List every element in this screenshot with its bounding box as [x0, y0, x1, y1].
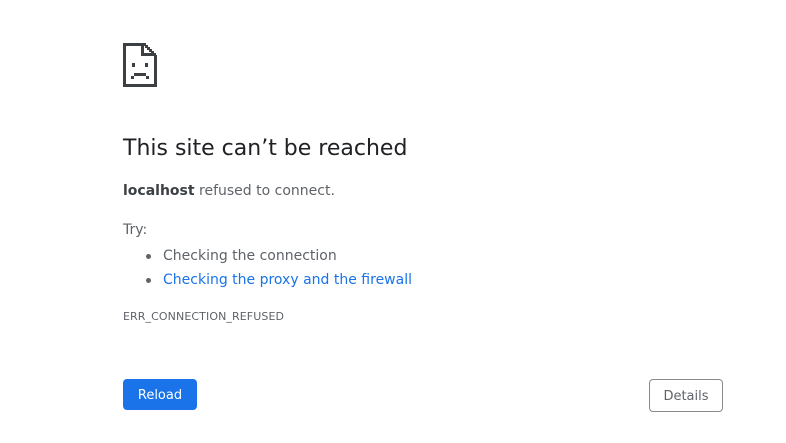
details-button[interactable]: Details — [649, 379, 723, 412]
error-code: ERR_CONNECTION_REFUSED — [123, 310, 285, 323]
error-summary: localhost refused to connect. — [123, 181, 335, 201]
error-page: This site can’t be reached localhost ref… — [0, 0, 786, 443]
suggestion-text: Checking the connection — [163, 248, 337, 264]
try-label: Try: — [123, 222, 148, 238]
reload-button[interactable]: Reload — [123, 379, 197, 410]
page-title: This site can’t be reached — [123, 136, 408, 161]
suggestions-list: Checking the connection Checking the pro… — [146, 244, 412, 292]
suggestion-check-proxy-firewall: Checking the proxy and the firewall — [146, 268, 412, 292]
host-name: localhost — [123, 183, 195, 199]
suggestion-check-connection: Checking the connection — [146, 244, 412, 268]
proxy-firewall-link[interactable]: Checking the proxy and the firewall — [163, 272, 412, 288]
summary-text: refused to connect. — [194, 183, 335, 199]
sad-page-icon — [123, 43, 157, 87]
